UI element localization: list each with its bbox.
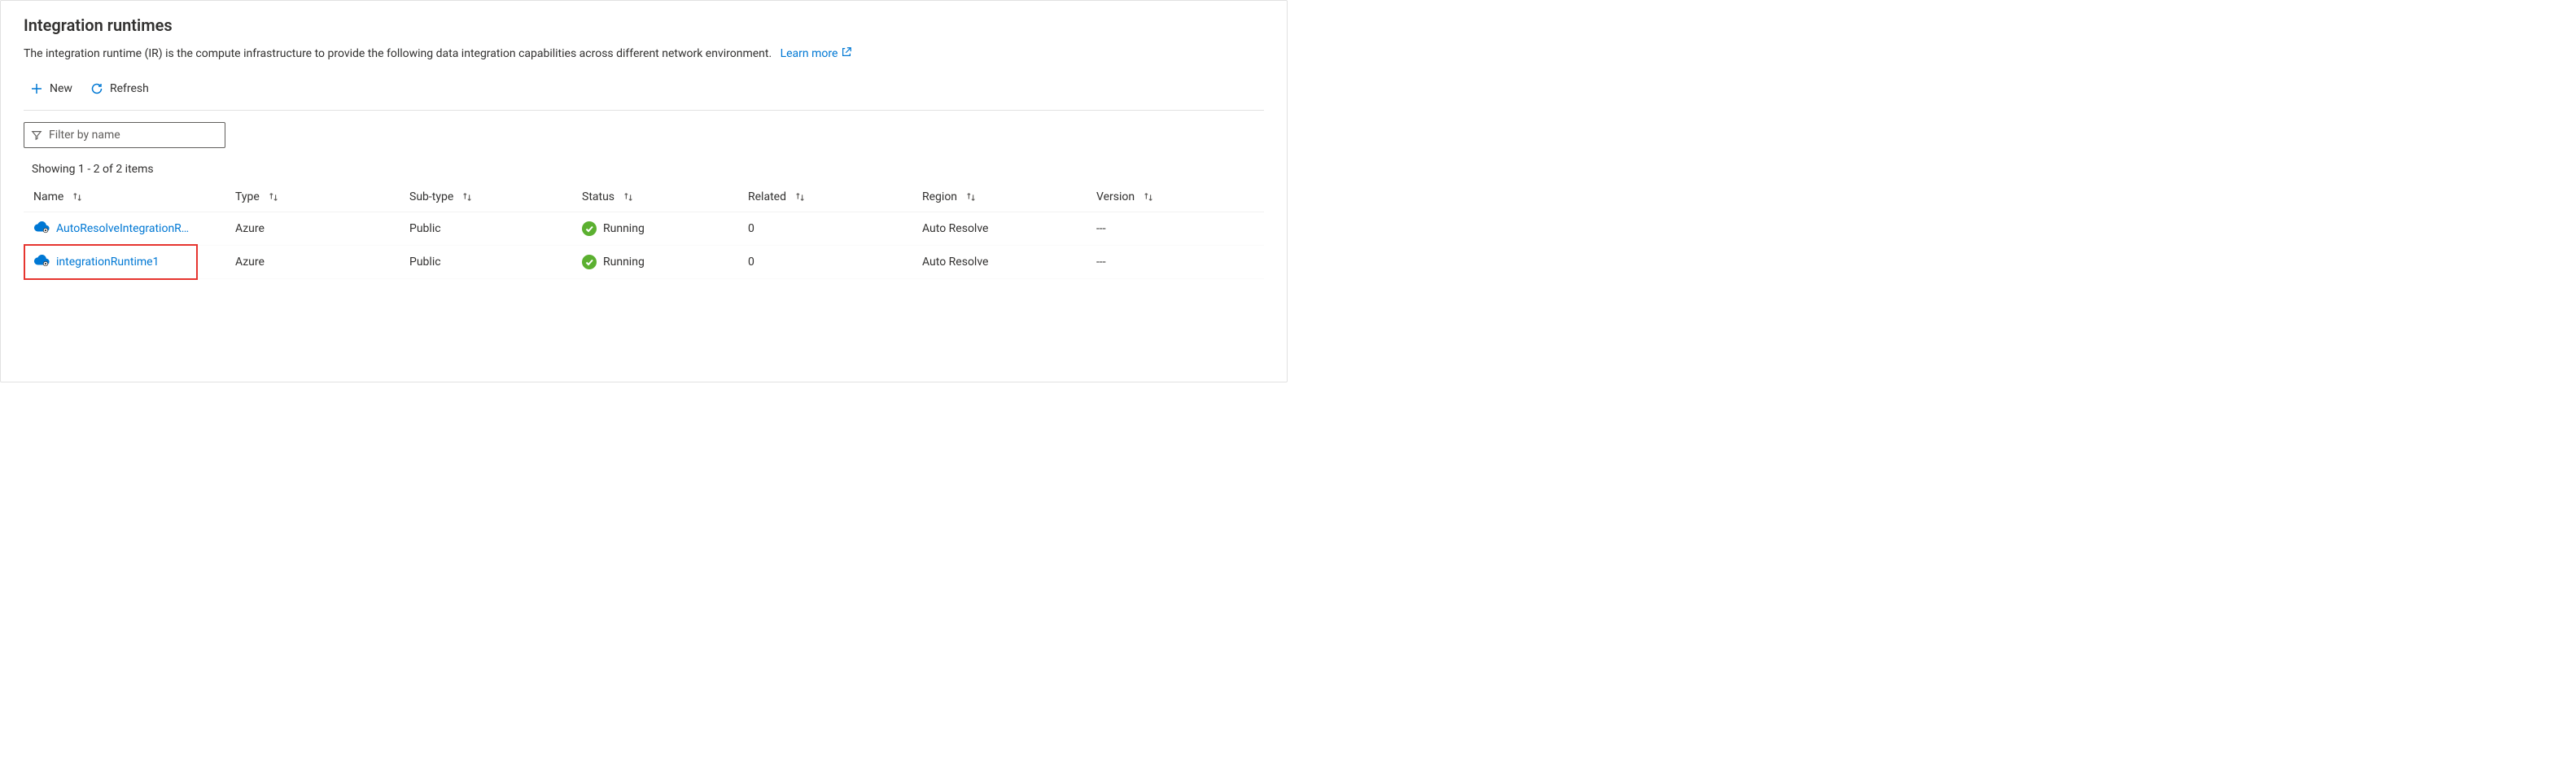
cell-version: --- xyxy=(1096,222,1254,235)
status-ok-icon xyxy=(582,221,597,236)
column-header-version-label: Version xyxy=(1096,190,1135,203)
sort-icon xyxy=(268,191,279,203)
learn-more-link[interactable]: Learn more xyxy=(781,46,853,61)
integration-runtimes-page: Integration runtimes The integration run… xyxy=(0,0,1288,382)
status-text: Running xyxy=(603,256,645,269)
column-header-status[interactable]: Status xyxy=(582,190,748,203)
column-header-name[interactable]: Name xyxy=(33,190,235,203)
cell-type: Azure xyxy=(235,256,409,269)
cell-version: --- xyxy=(1096,256,1254,269)
sort-icon xyxy=(461,191,473,203)
runtimes-table: Name Type Sub-type xyxy=(24,182,1264,279)
status-cell: Running xyxy=(582,255,645,269)
sort-icon xyxy=(72,191,83,203)
filter-icon xyxy=(31,129,42,141)
column-header-type-label: Type xyxy=(235,190,260,203)
page-title: Integration runtimes xyxy=(24,15,1264,35)
refresh-icon xyxy=(90,82,103,95)
runtime-name-link[interactable]: integrationRuntime1 xyxy=(33,254,159,270)
cell-type: Azure xyxy=(235,222,409,235)
status-text: Running xyxy=(603,222,645,235)
external-link-icon xyxy=(841,46,852,61)
column-header-name-label: Name xyxy=(33,190,63,203)
column-header-type[interactable]: Type xyxy=(235,190,409,203)
cell-subtype: Public xyxy=(409,256,582,269)
column-header-status-label: Status xyxy=(582,190,614,203)
runtime-name: integrationRuntime1 xyxy=(56,256,159,269)
new-button[interactable]: New xyxy=(28,79,74,98)
cell-related: 0 xyxy=(748,256,922,269)
column-header-region-label: Region xyxy=(922,190,957,203)
toolbar: New Refresh xyxy=(24,76,1264,111)
column-header-related-label: Related xyxy=(748,190,786,203)
cell-region: Auto Resolve xyxy=(922,222,1096,235)
page-description: The integration runtime (IR) is the comp… xyxy=(24,47,772,60)
column-header-version[interactable]: Version xyxy=(1096,190,1254,203)
sort-icon xyxy=(965,191,977,203)
filter-input[interactable] xyxy=(49,129,218,142)
sort-icon xyxy=(1143,191,1154,203)
cell-related: 0 xyxy=(748,222,922,235)
showing-count: Showing 1 - 2 of 2 items xyxy=(32,163,1264,176)
table-row: integrationRuntime1 Azure Public Running… xyxy=(24,246,1264,279)
column-header-related[interactable]: Related xyxy=(748,190,922,203)
sort-icon xyxy=(794,191,806,203)
runtime-name-link[interactable]: AutoResolveIntegrationR… xyxy=(33,221,189,237)
status-ok-icon xyxy=(582,255,597,269)
cell-region: Auto Resolve xyxy=(922,256,1096,269)
refresh-button-label: Refresh xyxy=(110,82,149,95)
cell-subtype: Public xyxy=(409,222,582,235)
runtime-name: AutoResolveIntegrationR… xyxy=(56,222,189,235)
filter-box[interactable] xyxy=(24,122,225,148)
table-header: Name Type Sub-type xyxy=(24,182,1264,212)
table-row: AutoResolveIntegrationR… Azure Public Ru… xyxy=(24,212,1264,246)
sort-icon xyxy=(623,191,634,203)
filter-area xyxy=(24,122,1264,148)
status-cell: Running xyxy=(582,221,645,236)
refresh-button[interactable]: Refresh xyxy=(89,79,151,98)
column-header-subtype-label: Sub-type xyxy=(409,190,453,203)
plus-icon xyxy=(30,82,43,95)
runtime-cloud-icon xyxy=(33,254,50,270)
runtime-cloud-icon xyxy=(33,221,50,237)
page-description-row: The integration runtime (IR) is the comp… xyxy=(24,46,1264,61)
learn-more-label: Learn more xyxy=(781,47,838,60)
new-button-label: New xyxy=(50,82,72,95)
column-header-subtype[interactable]: Sub-type xyxy=(409,190,582,203)
column-header-region[interactable]: Region xyxy=(922,190,1096,203)
